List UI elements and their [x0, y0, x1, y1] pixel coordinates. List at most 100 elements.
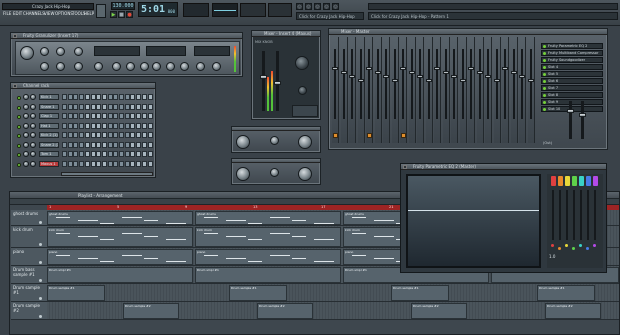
step-button[interactable] — [136, 160, 142, 167]
step-button[interactable] — [124, 113, 130, 119]
channel-pan-knob[interactable] — [23, 103, 29, 110]
step-button[interactable] — [62, 160, 67, 167]
fx-slot[interactable]: Slot 9 — [541, 99, 603, 105]
strip-fader[interactable] — [391, 79, 398, 82]
channel-name-button[interactable]: Snare 2 (1) — [39, 141, 59, 148]
channel-pan-knob[interactable] — [23, 151, 29, 157]
mixer-strip[interactable] — [366, 37, 373, 143]
step-button[interactable] — [113, 141, 119, 148]
step-button[interactable] — [96, 94, 102, 100]
menu-help[interactable]: HELP — [84, 11, 94, 17]
channel-name-button[interactable]: Maxus 1 — [39, 160, 59, 167]
strip-fader[interactable] — [459, 79, 466, 82]
step-button[interactable] — [96, 113, 102, 119]
step-button[interactable] — [101, 141, 107, 148]
step-button[interactable] — [79, 132, 85, 138]
step-button[interactable] — [101, 94, 107, 100]
channel-name-button[interactable]: Kick 1 — [39, 94, 59, 100]
step-button[interactable] — [101, 151, 107, 157]
step-button[interactable] — [79, 141, 85, 148]
strip-fader[interactable] — [442, 71, 449, 74]
eq-band-handle[interactable] — [586, 176, 591, 186]
step-button[interactable] — [119, 122, 124, 129]
step-button[interactable] — [107, 122, 113, 129]
step-button[interactable] — [119, 160, 124, 167]
mixer-strip[interactable] — [434, 37, 441, 143]
menu-file[interactable]: FILE — [3, 11, 11, 17]
step-button[interactable] — [62, 103, 67, 110]
step-button[interactable] — [101, 113, 107, 119]
fx-slot[interactable]: Slot 5 — [541, 71, 603, 77]
channel-name-button[interactable]: Snare 1 — [39, 103, 59, 110]
mixer-strip[interactable] — [383, 37, 390, 143]
step-button[interactable] — [79, 103, 85, 110]
eq-titlebar[interactable]: Fruity Parametric EQ 2 (Master) — [401, 164, 606, 170]
step-button[interactable] — [90, 113, 96, 119]
step-button[interactable] — [107, 132, 113, 138]
channel-name-button[interactable]: Clap 1 — [39, 113, 59, 119]
channel-led[interactable] — [17, 115, 21, 119]
eq-band-dot[interactable] — [593, 244, 596, 247]
step-button[interactable] — [73, 103, 79, 110]
knob-13[interactable] — [166, 62, 175, 71]
close-icon[interactable] — [403, 165, 407, 169]
step-button[interactable] — [124, 122, 130, 129]
knob-3[interactable] — [56, 47, 65, 56]
step-button[interactable] — [90, 132, 96, 138]
strip-fader[interactable] — [451, 75, 457, 78]
step-button[interactable] — [136, 151, 142, 157]
pattern-clip[interactable]: piano — [195, 249, 341, 265]
step-button[interactable] — [96, 141, 102, 148]
step-button[interactable] — [147, 141, 153, 148]
pattern-clip[interactable]: kick drum — [47, 227, 193, 247]
strip-fader[interactable] — [519, 75, 525, 78]
mixer-icon[interactable]: ◎ — [323, 3, 330, 10]
knob-14[interactable] — [180, 62, 189, 71]
step-button[interactable] — [147, 113, 153, 119]
mixer-strip[interactable] — [391, 37, 399, 143]
stop-button[interactable]: ■ — [118, 11, 125, 18]
step-button[interactable] — [130, 160, 136, 167]
step-button[interactable] — [113, 160, 119, 167]
step-button[interactable] — [84, 122, 90, 129]
eq-band-handle[interactable] — [572, 176, 577, 186]
step-button[interactable] — [136, 122, 142, 129]
step-button[interactable] — [96, 132, 102, 138]
strip-fader[interactable] — [383, 75, 389, 78]
fx-slot[interactable]: Slot 7 — [541, 85, 603, 91]
eq-band-slider[interactable] — [587, 190, 589, 240]
mixer-strip[interactable] — [400, 37, 407, 143]
step-button[interactable] — [62, 132, 67, 138]
strip-fader[interactable] — [527, 79, 534, 82]
step-button[interactable] — [141, 122, 147, 129]
channel-led[interactable] — [17, 162, 21, 167]
step-button[interactable] — [147, 132, 153, 138]
pattern-clip[interactable]: Drum sample #2 — [257, 303, 313, 319]
eq-band-slider[interactable] — [559, 190, 561, 240]
eq-band-dot[interactable] — [572, 247, 575, 250]
snap-icon[interactable]: ◎ — [296, 3, 303, 10]
step-button[interactable] — [141, 132, 147, 138]
strip-fader[interactable] — [425, 79, 432, 82]
channel-led[interactable] — [17, 105, 21, 110]
pattern-clip[interactable]: ghost drums — [195, 211, 341, 225]
slot-led-icon[interactable] — [543, 108, 546, 111]
pattern-clip[interactable]: Drum sample #1 — [391, 285, 449, 301]
channel-pan-knob[interactable] — [23, 160, 29, 167]
step-button[interactable] — [101, 122, 107, 129]
channel-led[interactable] — [17, 143, 21, 148]
step-button[interactable] — [84, 160, 90, 167]
fx-plugin-1-titlebar[interactable] — [232, 127, 320, 131]
tempo-display[interactable]: 130.000 — [111, 2, 135, 10]
menu-icon[interactable] — [13, 84, 17, 88]
track-header[interactable]: ghost drums — [11, 210, 47, 226]
playlist-icon[interactable]: ◎ — [332, 3, 339, 10]
knob-4[interactable] — [74, 47, 83, 56]
strip-fader[interactable] — [408, 71, 415, 74]
step-button[interactable] — [147, 151, 153, 157]
track-header[interactable]: kick drum — [11, 226, 47, 248]
step-button[interactable] — [73, 141, 79, 148]
step-button[interactable] — [84, 113, 90, 119]
step-button[interactable] — [130, 132, 136, 138]
step-button[interactable] — [147, 94, 153, 100]
